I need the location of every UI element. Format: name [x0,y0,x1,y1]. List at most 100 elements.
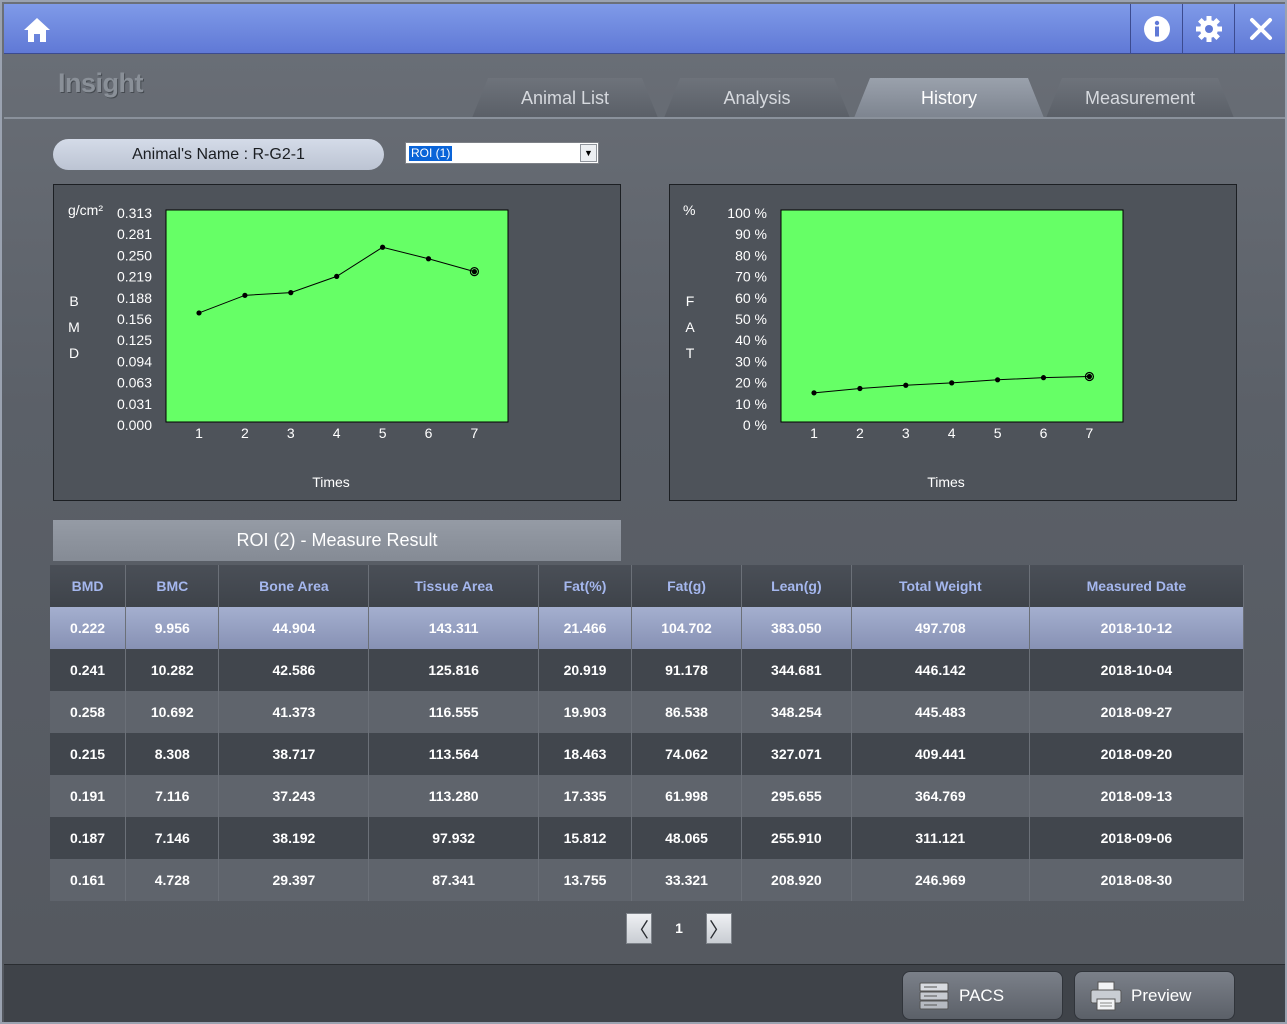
y-axis-title-letter: F [686,293,695,309]
settings-button[interactable] [1182,4,1234,54]
x-tick-label: 6 [425,425,433,441]
data-point [471,269,477,275]
table-cell: 37.243 [218,775,370,817]
table-header-row: BMD BMC Bone Area Tissue Area Fat(%) Fat(g) Le… [50,565,1245,607]
column-header[interactable]: Lean(g) [741,565,852,607]
table-cell: 29.397 [218,859,370,901]
table-cell: 38.717 [218,733,370,775]
x-tick-label: 1 [810,425,818,441]
data-point [1086,373,1092,380]
table-row[interactable]: 0.191 7.116 37.243 113.280 17.335 61.998 295.6… [50,775,1245,817]
table-cell: 208.920 [741,859,852,901]
table-row[interactable]: 0.161 4.728 29.397 87.341 13.755 33.321 208.92… [50,859,1245,901]
column-header[interactable]: Bone Area [218,565,370,607]
column-header[interactable]: Fat(g) [631,565,742,607]
tab-analysis[interactable]: Analysis [664,78,850,118]
close-button[interactable] [1234,4,1286,54]
table-cell: 10.692 [125,691,220,733]
y-tick-label: 0.125 [117,332,152,348]
column-header[interactable]: Fat(%) [538,565,633,607]
tab-animal-list[interactable]: Animal List [472,78,658,118]
close-icon [1249,18,1272,40]
x-tick-label: 4 [333,425,341,441]
table-row[interactable]: 0.222 9.956 44.904 143.311 21.466 104.702 383.… [50,607,1245,649]
y-tick-label: 100 % [727,205,767,221]
preview-button[interactable]: Preview [1074,971,1235,1020]
table-cell: 113.564 [368,733,539,775]
x-axis-label: Times [312,474,350,490]
app-logo: Insight [58,68,144,98]
pacs-label: PACS [959,985,1005,1005]
table-cell: 0.222 [50,607,127,649]
y-unit-label: g/cm² [68,202,103,218]
y-tick-label: 0.063 [117,375,152,391]
table-cell: 38.192 [218,817,370,859]
table-cell: 113.280 [368,775,539,817]
info-button[interactable] [1130,4,1182,54]
tab-history[interactable]: History [854,78,1044,118]
table-cell: 0.187 [50,817,127,859]
y-tick-label: 0 % [743,417,767,433]
table-cell: 116.555 [368,691,539,733]
tab-measurement[interactable]: Measurement [1046,78,1234,118]
tab-divider [4,117,1285,119]
table-cell: 445.483 [851,691,1030,733]
column-header[interactable]: BMD [50,565,127,607]
y-tick-label: 0.031 [117,396,152,412]
table-cell: 7.116 [125,775,220,817]
table-cell: 344.681 [741,649,852,691]
plot-area [165,209,509,423]
data-point [288,290,294,296]
y-tick-label: 0.313 [117,205,152,221]
table-cell: 86.538 [631,691,742,733]
table-row[interactable]: 0.187 7.146 38.192 97.932 15.812 48.065 255.91… [50,817,1245,859]
home-button[interactable] [10,8,64,52]
x-tick-label: 4 [948,425,956,441]
x-tick-label: 6 [1040,425,1048,441]
y-tick-label: 80 % [735,247,767,263]
y-tick-label: 90 % [735,226,767,242]
prev-page-button[interactable]: 〈 [626,913,652,944]
data-point [1040,375,1047,381]
table-cell: 255.910 [741,817,852,859]
x-tick-label: 2 [241,425,249,441]
data-point [334,273,340,279]
chevron-down-icon[interactable]: ▼ [580,144,597,162]
column-header[interactable]: Total Weight [851,565,1030,607]
table-cell: 295.655 [741,775,852,817]
home-icon [24,18,50,42]
x-tick-label: 5 [379,425,387,441]
next-page-button[interactable]: 〉 [706,913,732,944]
table-cell: 97.932 [368,817,539,859]
y-tick-label: 60 % [735,290,767,306]
table-cell: 311.121 [851,817,1030,859]
y-axis-title-letter: D [69,345,79,361]
roi-dropdown[interactable]: ROI (1) ▼ [405,142,599,164]
y-tick-label: 0.219 [117,269,152,285]
table-cell: 383.050 [741,607,852,649]
data-point [811,390,817,396]
table-cell: 15.812 [538,817,633,859]
table-cell: 41.373 [218,691,370,733]
x-axis-label: Times [927,474,965,490]
table-cell: 327.071 [741,733,852,775]
column-header[interactable]: Tissue Area [368,565,539,607]
pacs-button[interactable]: PACS [902,971,1063,1020]
bmd-chart: g/cm² B M D 0.313 0.281 0.250 0.219 0.188 0.156 0.… [53,184,621,501]
table-cell: 0.258 [50,691,127,733]
column-header[interactable]: BMC [125,565,220,607]
table-cell: 10.282 [125,649,220,691]
y-tick-label: 10 % [735,396,767,412]
table-cell: 2018-09-06 [1029,817,1245,859]
table-row[interactable]: 0.215 8.308 38.717 113.564 18.463 74.062 327.0… [50,733,1245,775]
table-cell: 9.956 [125,607,220,649]
table-row[interactable]: 0.258 10.692 41.373 116.555 19.903 86.538 348.… [50,691,1245,733]
y-tick-label: 0.250 [117,247,152,263]
table-cell: 42.586 [218,649,370,691]
table-row[interactable]: 0.241 10.282 42.586 125.816 20.919 91.178 344.… [50,649,1245,691]
column-header[interactable]: Measured Date [1029,565,1245,607]
table-cell: 21.466 [538,607,633,649]
top-bar [4,4,1285,54]
table-cell: 48.065 [631,817,742,859]
table-cell: 7.146 [125,817,220,859]
